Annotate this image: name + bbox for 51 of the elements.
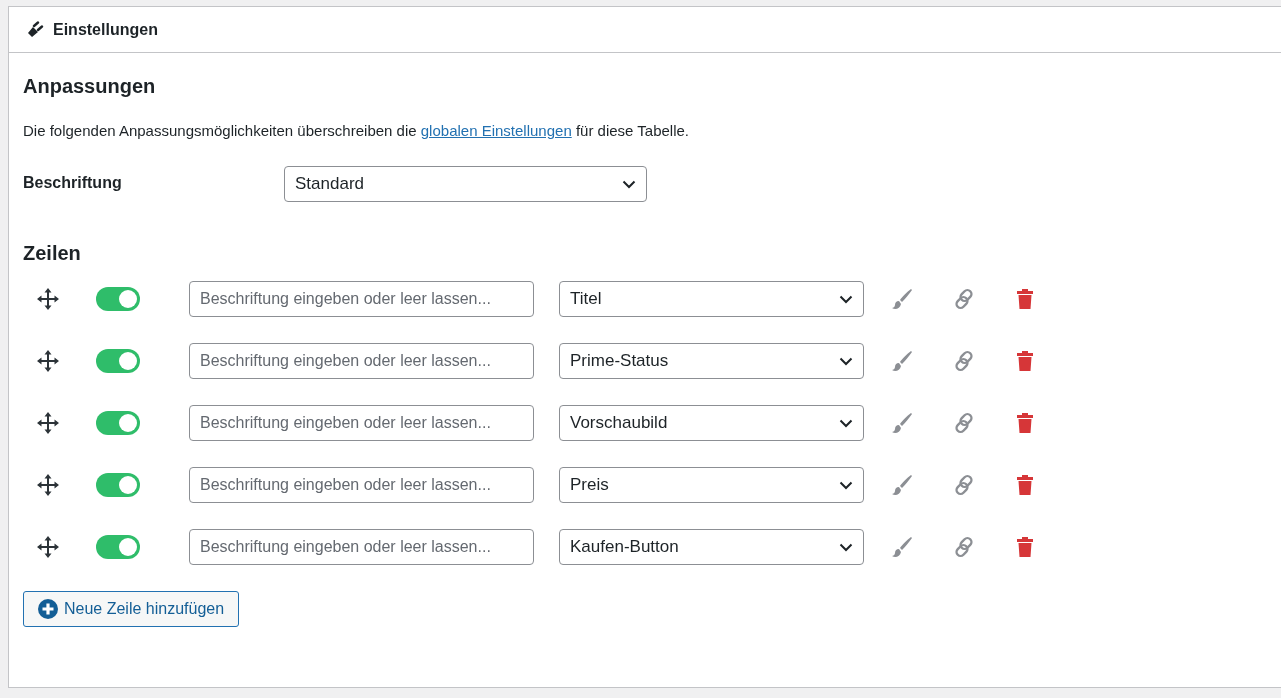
chevron-icon [839,542,853,552]
move-icon[interactable] [37,288,59,310]
field-select[interactable]: Prime-Status [559,343,864,379]
trash-icon[interactable] [1017,537,1033,557]
toggle-switch[interactable] [96,473,140,497]
section-heading: Anpassungen [23,75,157,98]
move-icon[interactable] [37,412,59,434]
toggle-switch[interactable] [96,349,140,373]
field-select[interactable]: Titel [559,281,864,317]
chevron-icon [839,294,853,304]
field-select[interactable]: Vorschaubild [559,405,864,441]
brush-icon[interactable] [891,536,913,558]
move-icon[interactable] [37,350,59,372]
link-icon[interactable] [953,474,975,496]
caption-label: Beschriftung [23,174,123,192]
add-row-button[interactable]: Neue Zeile hinzufügen [23,591,240,627]
link-icon[interactable] [953,536,975,558]
toggle-switch[interactable] [96,287,140,311]
trash-icon[interactable] [1017,413,1033,433]
caption-input[interactable]: Beschriftung eingeben oder leer lassen... [189,529,534,565]
chevron-icon [622,179,636,189]
panel-title: Einstellungen [53,20,158,39]
rows-heading: Zeilen [23,242,82,265]
caption-select[interactable]: Standard [284,166,647,202]
caption-input[interactable]: Beschriftung eingeben oder leer lassen... [189,281,534,317]
link-icon[interactable] [953,288,975,310]
move-icon[interactable] [37,536,59,558]
toggle-switch[interactable] [96,535,140,559]
brush-icon[interactable] [891,350,913,372]
chevron-icon [839,480,853,490]
toggle-switch[interactable] [96,411,140,435]
link-icon[interactable] [953,350,975,372]
brush-icon[interactable] [891,474,913,496]
brush-icon[interactable] [891,412,913,434]
caption-input[interactable]: Beschriftung eingeben oder leer lassen... [189,467,534,503]
field-select[interactable]: Preis [559,467,864,503]
field-select[interactable]: Kaufen-Button [559,529,864,565]
move-icon[interactable] [37,474,59,496]
global-settings-link[interactable]: globalen Einstellungen [420,122,572,139]
caption-input[interactable]: Beschriftung eingeben oder leer lassen... [189,343,534,379]
description-text: Die folgenden Anpassungsmöglichkeiten überschreiben die globalen Einstellungen für diese Tabelle. [23,122,691,139]
caption-input[interactable]: Beschriftung eingeben oder leer lassen... [189,405,534,441]
chevron-icon [839,418,853,428]
trash-icon[interactable] [1017,289,1033,309]
trash-icon[interactable] [1017,475,1033,495]
chevron-icon [839,356,853,366]
trash-icon[interactable] [1017,351,1033,371]
plus-circle-icon [38,599,58,619]
link-icon[interactable] [953,412,975,434]
brush-icon[interactable] [891,288,913,310]
plug-icon [25,20,45,39]
